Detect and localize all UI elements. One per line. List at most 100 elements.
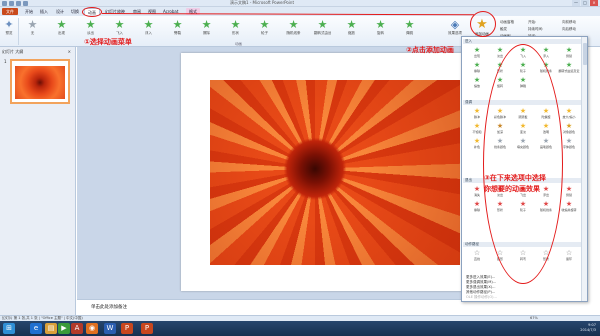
gallery-effect-item[interactable]: ★ 翻转式由远及近 xyxy=(558,61,580,75)
ribbon-effect-button[interactable]: ★ 轮子 xyxy=(256,19,273,41)
effect-star-icon: ★ xyxy=(565,200,573,208)
taskbar-app-icon[interactable]: P xyxy=(141,323,153,334)
annotation-step3-line2: 你想要的动画效果 xyxy=(484,185,540,193)
effect-item-label: 缩放 xyxy=(473,84,480,88)
ribbon-effect-button[interactable]: ★ 劈裂 xyxy=(169,19,186,41)
scrollbar-thumb[interactable] xyxy=(583,43,587,65)
zoom-level[interactable]: 67% xyxy=(530,316,538,320)
annotation-circle-animation-tab xyxy=(82,7,102,17)
effect-label: 飞入 xyxy=(116,31,123,35)
dropdown-scrollbar[interactable] xyxy=(581,37,587,301)
effect-star-icon: ★ xyxy=(317,18,328,31)
preview-button[interactable]: ✦ 预览 xyxy=(2,19,16,41)
taskbar-app-icon[interactable]: ▤ xyxy=(45,323,57,334)
gallery-effect-item[interactable]: ★ 劈裂 xyxy=(558,46,580,60)
timing-start[interactable]: 开始: xyxy=(528,19,543,26)
annotation-ellipse-gallery xyxy=(483,44,563,284)
effect-star-icon: ★ xyxy=(375,18,386,31)
preview-label: 预览 xyxy=(5,31,13,35)
notes-placeholder: 单击此处添加备注 xyxy=(91,305,127,310)
taskbar-app-icon[interactable]: ⊞ xyxy=(3,323,15,334)
trigger-button[interactable]: 触发 xyxy=(500,26,514,33)
annotation-step2: ②点击添加动画 xyxy=(406,46,454,54)
taskbar-app-icon[interactable]: ▶ xyxy=(58,323,70,334)
effect-label: 旋转 xyxy=(377,31,384,35)
effect-star-icon: ★ xyxy=(27,18,38,31)
effect-star-icon: ★ xyxy=(172,18,183,31)
effect-label: 擦除 xyxy=(203,31,210,35)
gallery-effect-item[interactable]: ★ 放大/缩小 xyxy=(558,107,580,121)
ribbon-effect-button[interactable]: ★ 旋转 xyxy=(372,19,389,41)
effect-item-label: 脉冲 xyxy=(473,115,480,119)
effect-star-icon: ☆ xyxy=(473,249,481,257)
ribbon-effect-button[interactable]: ★ 缩放 xyxy=(343,19,360,41)
panel-tabs[interactable]: 幻灯片 大纲 xyxy=(2,49,23,55)
effect-item-label: 直线 xyxy=(473,257,480,261)
ribbon-effect-button[interactable]: ★ 无 xyxy=(24,19,41,41)
panel-close-icon[interactable]: × xyxy=(68,49,71,54)
redo-icon[interactable] xyxy=(23,1,28,6)
flower-picture[interactable] xyxy=(210,80,460,265)
minimize-button[interactable]: — xyxy=(572,0,580,6)
effect-label: 无 xyxy=(30,31,35,35)
animation-pane-button[interactable]: 动画窗格 xyxy=(500,19,514,26)
effect-item-label: 出现 xyxy=(473,54,480,58)
taskbar-app-icon[interactable]: ◉ xyxy=(86,323,98,334)
slide-thumbnail[interactable] xyxy=(10,59,70,104)
tab-2[interactable]: 插入 xyxy=(37,8,51,15)
maximize-button[interactable]: □ xyxy=(581,0,589,6)
undo-icon[interactable] xyxy=(16,1,21,6)
app-icon[interactable] xyxy=(2,1,7,6)
effect-star-icon: ★ xyxy=(565,46,573,54)
tab-4[interactable]: 切换 xyxy=(68,8,82,15)
tab-0[interactable]: 文件 xyxy=(2,8,18,15)
ribbon-effect-button[interactable]: ★ 擦除 xyxy=(198,19,215,41)
effect-star-icon: ★ xyxy=(473,46,481,54)
gallery-effect-item[interactable]: ★ 脉冲 xyxy=(466,107,488,121)
ribbon-effect-button[interactable]: ★ 出现 xyxy=(53,19,70,41)
effect-item-label: 擦除 xyxy=(473,69,480,73)
timing-duration[interactable]: 持续时间: xyxy=(528,26,543,33)
effect-star-icon: ★ xyxy=(259,18,270,31)
effect-label: 形状 xyxy=(232,31,239,35)
gallery-effect-item[interactable]: ★ 擦除 xyxy=(466,61,488,75)
effect-star-icon: ★ xyxy=(565,107,573,115)
taskbar-app-icon[interactable]: P xyxy=(121,323,133,334)
move-later-button[interactable]: 向后移动 xyxy=(562,26,576,33)
taskbar-app-icon[interactable]: e xyxy=(30,323,42,334)
effect-star-icon: ★ xyxy=(56,18,67,31)
tab-3[interactable]: 设计 xyxy=(53,8,67,15)
notes-pane[interactable]: 单击此处添加备注 xyxy=(77,299,462,315)
system-clock[interactable]: 9:07 2014/7/3 xyxy=(580,323,596,333)
close-button[interactable]: × xyxy=(590,0,598,6)
annotation-step3-line1: ③在下来选项中选择 xyxy=(484,174,546,182)
save-icon[interactable] xyxy=(9,1,14,6)
effect-star-icon: ★ xyxy=(230,18,241,31)
gallery-effect-item[interactable]: ☆ 循环 xyxy=(558,249,580,263)
effect-label: 出现 xyxy=(58,31,65,35)
gallery-effect-item[interactable]: ★ 收缩并旋转 xyxy=(558,200,580,214)
effect-star-icon: ★ xyxy=(473,61,481,69)
gallery-effect-item[interactable]: ★ 出现 xyxy=(466,46,488,60)
ribbon-effect-button[interactable]: ★ 弹跳 xyxy=(401,19,418,41)
ribbon-effect-button[interactable]: ★翻转式由远及近 xyxy=(314,19,331,41)
move-earlier-button[interactable]: 向前移动 xyxy=(562,19,576,26)
ribbon-effect-button[interactable]: ★ 形状 xyxy=(227,19,244,41)
effect-item-label: 翻转式由远及近 xyxy=(558,69,580,73)
gallery-effect-item[interactable]: ★ 缩放 xyxy=(466,76,488,90)
taskbar-app-icon[interactable]: A xyxy=(71,323,83,334)
slide-number: 1 xyxy=(4,59,7,64)
effect-label: 随机线条 xyxy=(286,31,301,35)
slides-panel: 幻灯片 大纲 × 1 xyxy=(0,47,76,315)
ribbon-effect-button[interactable]: ★ 随机线条 xyxy=(285,19,302,41)
effect-label: 浮入 xyxy=(145,31,152,35)
effect-item-label: 放大/缩小 xyxy=(562,115,576,119)
tab-1[interactable]: 开始 xyxy=(22,8,36,15)
ribbon-effect-button[interactable]: ★ 浮入 xyxy=(140,19,157,41)
clock-date: 2014/7/3 xyxy=(580,328,596,332)
taskbar-app-icon[interactable]: W xyxy=(104,323,116,334)
gallery-effect-item[interactable]: ☆ 直线 xyxy=(466,249,488,263)
effect-star-icon: ★ xyxy=(473,76,481,84)
annotation-circle-add-animation xyxy=(470,11,496,37)
effect-star-icon: ★ xyxy=(565,61,573,69)
